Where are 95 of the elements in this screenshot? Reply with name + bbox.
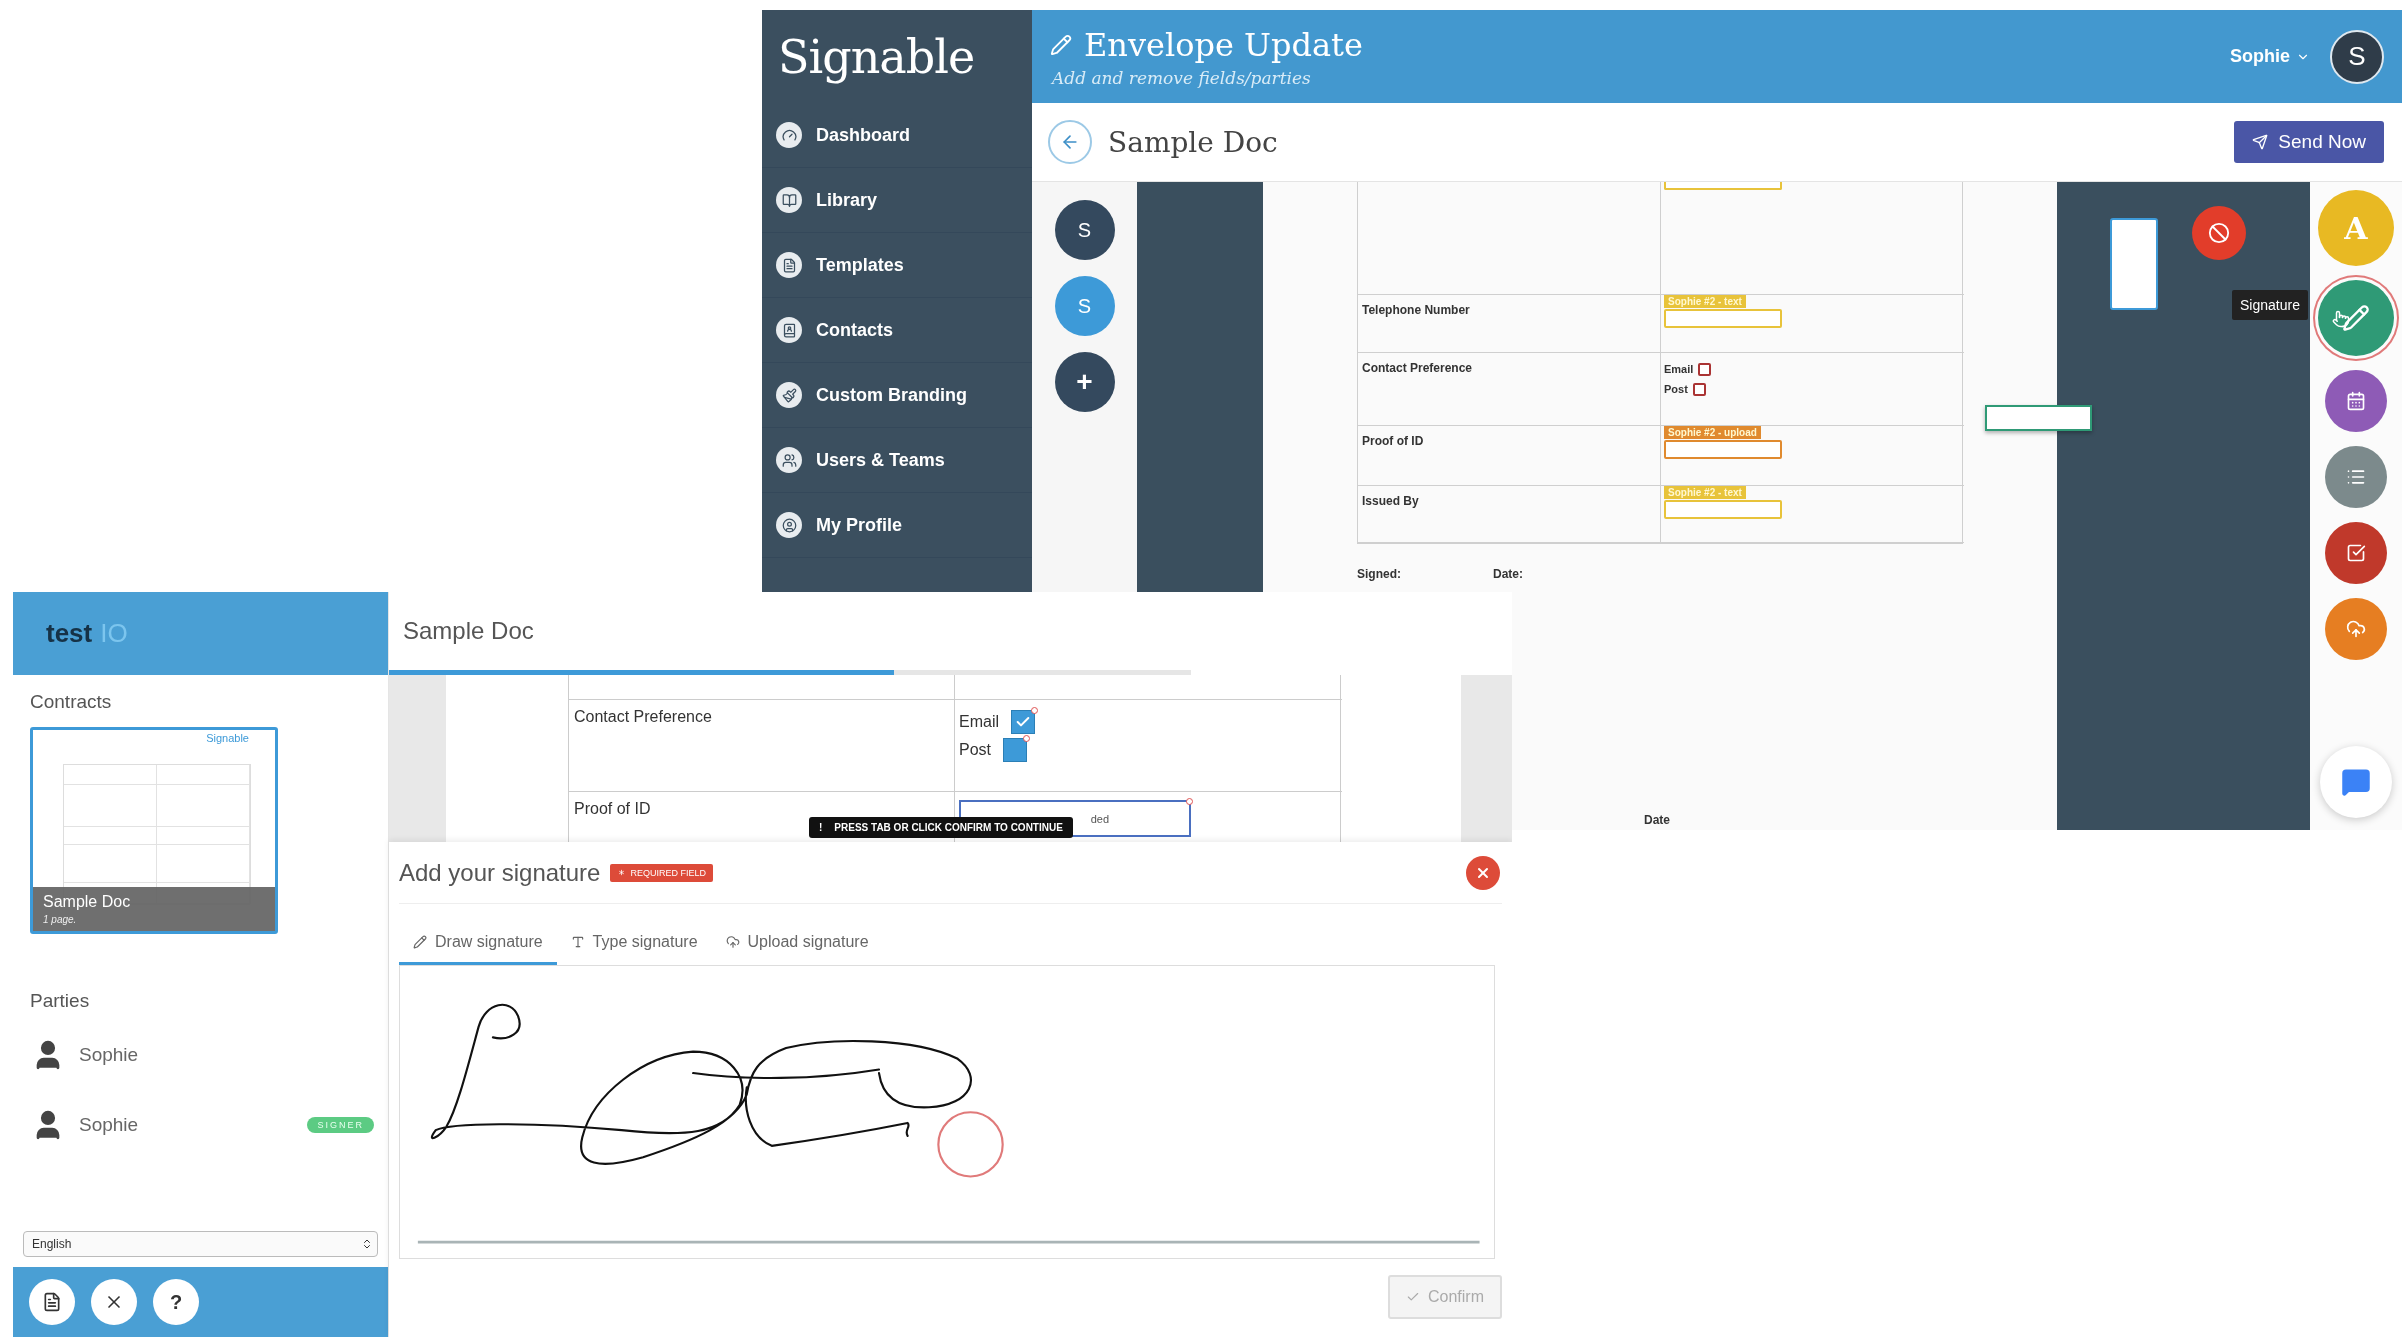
logo: Signable [777, 28, 976, 86]
tab[interactable]: Type signature [556, 921, 712, 965]
required-badge: REQUIRED FIELD [610, 863, 713, 882]
date-label: Date [1644, 813, 1670, 827]
back-button[interactable] [1048, 120, 1092, 164]
close-button[interactable] [1466, 855, 1500, 890]
nav-item[interactable]: Custom Branding [762, 363, 1032, 428]
option-label: Post [1664, 383, 1688, 395]
document-title: Sample Doc [402, 616, 535, 646]
page-thumbnail[interactable] [2110, 218, 2158, 310]
thumbnail-logo: Signable [206, 732, 249, 744]
checkbox[interactable] [1692, 382, 1706, 396]
nav-item[interactable]: Users & Teams [762, 428, 1032, 493]
upload-icon [725, 934, 740, 949]
checkbox[interactable] [1698, 362, 1712, 376]
send-button[interactable]: Send Now [2234, 121, 2384, 163]
hint-tooltip: ! PRESS TAB OR CLICK CONFIRM TO CONTINUE [809, 817, 1073, 838]
table-cell: Issued By [1358, 486, 1661, 543]
close-button[interactable] [91, 1279, 137, 1325]
nav-item[interactable]: My Profile [762, 493, 1032, 558]
party-name: Sophie [79, 1114, 140, 1136]
marker-dot-icon [1186, 798, 1193, 805]
party-avatar[interactable]: S [1054, 200, 1115, 260]
field-tag: Sophie #2 - upload [1664, 426, 1761, 439]
nav-icon [776, 252, 802, 278]
role-badge: SIGNER [307, 1117, 374, 1133]
document-icon [42, 1292, 62, 1312]
text-field[interactable] [1664, 500, 1782, 519]
type-icon [570, 934, 585, 949]
nav-icon [776, 447, 802, 473]
checkbox-icon [2346, 543, 2366, 563]
tab[interactable]: Draw signature [399, 921, 557, 965]
check-icon [1406, 1290, 1420, 1304]
tab[interactable]: Upload signature [711, 921, 883, 965]
section-heading: Contracts [29, 690, 113, 713]
field-tag: Sophie #2 - text [1664, 486, 1746, 499]
nav-item[interactable]: Templates [762, 233, 1032, 298]
language-select[interactable]: English [23, 1231, 378, 1257]
table-cell: Telephone Number [1358, 295, 1661, 353]
marker-dot-icon [1031, 707, 1038, 714]
text-field[interactable] [1664, 182, 1782, 190]
option-label: Email [1664, 363, 1694, 375]
cursor-ring [937, 1111, 1004, 1178]
help-button[interactable]: ? [153, 1279, 199, 1325]
page-subtitle: Add and remove fields/parties [1050, 67, 1312, 88]
page-count: 1 page. [43, 914, 78, 925]
field-tag: Sophie #2 - text [1664, 295, 1746, 308]
section-heading: Parties [29, 989, 91, 1013]
cursor-icon [2332, 310, 2350, 328]
nav-item[interactable]: Contacts [762, 298, 1032, 363]
add-party-button[interactable]: + [1054, 352, 1115, 412]
checkbox[interactable] [1003, 738, 1027, 762]
contract-card[interactable]: Signable Sample Doc 1 page. [30, 727, 278, 934]
nav-icon [776, 122, 802, 148]
tooltip: Signature [2232, 290, 2308, 320]
table-cell: Contact Preference [569, 700, 955, 792]
cancel-button[interactable] [2192, 206, 2246, 260]
text-field[interactable] [1664, 309, 1782, 328]
date-label: Date: [1493, 567, 1523, 581]
signature-pad[interactable] [399, 965, 1495, 1259]
list-icon [2346, 467, 2366, 487]
marker-dot-icon [1023, 735, 1030, 742]
dialog-title: Add your signature [399, 858, 601, 887]
upload-field[interactable] [1664, 440, 1782, 459]
upload-icon [2346, 619, 2366, 639]
nav-item[interactable]: Dashboard [762, 103, 1032, 168]
nav-icon [776, 317, 802, 343]
nav-icon [776, 382, 802, 408]
nav-icon [776, 187, 802, 213]
dragged-field[interactable] [1985, 405, 2092, 431]
date-icon [2346, 391, 2366, 411]
contract-title: Sample Doc [43, 893, 132, 911]
prohibited-icon [2208, 222, 2230, 244]
chat-button[interactable] [2320, 746, 2392, 818]
signature-icon [2342, 304, 2370, 332]
pdf-button[interactable] [29, 1279, 75, 1325]
option-label: Post [959, 741, 991, 759]
page-title: Envelope Update [1084, 25, 1363, 64]
avatar[interactable]: S [2330, 29, 2384, 84]
document-title: Sample Doc [1108, 125, 1279, 159]
table-cell: Proof of ID [1358, 426, 1661, 486]
checkbox[interactable] [1011, 710, 1035, 734]
logo: test [46, 618, 93, 649]
nav-icon [776, 512, 802, 538]
pencil-icon [1050, 33, 1072, 56]
chat-bubble-icon [2341, 767, 2371, 797]
table-cell: Contact Preference [1358, 353, 1661, 426]
draw-icon [413, 934, 427, 949]
party-name: Sophie [79, 1044, 140, 1066]
signed-label: Signed: [1357, 567, 1401, 581]
paper-plane-icon [2252, 134, 2269, 150]
nav-item[interactable]: Library [762, 168, 1032, 233]
option-label: Email [959, 713, 999, 731]
asterisk-icon [617, 868, 627, 877]
up-down-arrows-icon [361, 1238, 373, 1250]
